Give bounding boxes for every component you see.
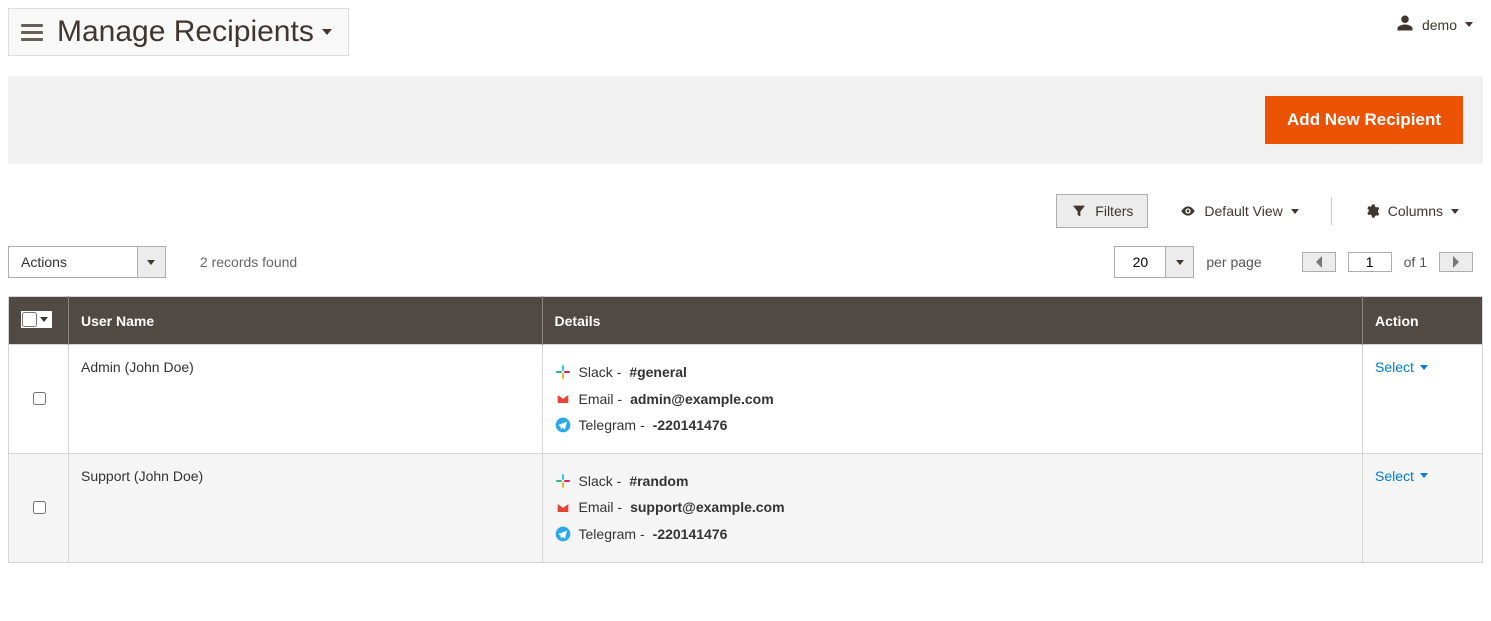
page-title-dropdown[interactable]: Manage Recipients — [8, 8, 349, 56]
table-row: Admin (John Doe)Slack - #generalEmail - … — [9, 345, 1483, 454]
user-menu[interactable]: demo — [1396, 8, 1473, 35]
filters-button[interactable]: Filters — [1056, 194, 1148, 228]
detail-line: Email - admin@example.com — [555, 386, 1350, 413]
default-view-button[interactable]: Default View — [1166, 195, 1312, 227]
detail-value: -220141476 — [653, 521, 728, 548]
cell-details: Slack - #randomEmail - support@example.c… — [542, 453, 1362, 562]
user-label: demo — [1422, 17, 1457, 33]
row-action-select[interactable]: Select — [1375, 468, 1428, 484]
page-of-label: of 1 — [1404, 254, 1427, 270]
detail-service: Slack - — [579, 359, 622, 386]
chevron-down-icon — [138, 246, 166, 278]
select-all-input[interactable] — [22, 312, 37, 327]
select-label: Select — [1375, 468, 1414, 484]
slack-icon — [555, 364, 571, 380]
telegram-icon — [555, 526, 571, 542]
gear-icon — [1364, 203, 1380, 219]
chevron-down-icon — [1465, 22, 1473, 27]
page-title: Manage Recipients — [57, 15, 314, 49]
column-header-action: Action — [1363, 297, 1483, 345]
detail-line: Telegram - -220141476 — [555, 521, 1350, 548]
column-header-user-name[interactable]: User Name — [69, 297, 543, 345]
per-page-label: per page — [1206, 254, 1261, 270]
detail-line: Slack - #random — [555, 468, 1350, 495]
chevron-down-icon — [37, 312, 51, 327]
columns-button[interactable]: Columns — [1350, 195, 1473, 227]
telegram-icon — [555, 417, 571, 433]
detail-line: Telegram - -220141476 — [555, 412, 1350, 439]
select-label: Select — [1375, 359, 1414, 375]
prev-page-button[interactable] — [1302, 252, 1336, 272]
view-label: Default View — [1204, 203, 1282, 219]
next-page-button[interactable] — [1439, 252, 1473, 272]
email-icon — [555, 391, 571, 407]
per-page-dropdown[interactable] — [1166, 246, 1194, 278]
chevron-right-icon — [1451, 255, 1461, 269]
detail-value: #general — [629, 359, 687, 386]
recipients-table: User Name Details Action Admin (John Doe… — [8, 296, 1483, 563]
chevron-left-icon — [1314, 255, 1324, 269]
detail-service: Slack - — [579, 468, 622, 495]
chevron-down-icon — [1420, 473, 1428, 478]
detail-value: -220141476 — [653, 412, 728, 439]
column-header-details[interactable]: Details — [542, 297, 1362, 345]
columns-label: Columns — [1388, 203, 1443, 219]
separator — [1331, 197, 1332, 225]
filter-icon — [1071, 203, 1087, 219]
chevron-down-icon — [1451, 209, 1459, 214]
email-icon — [555, 500, 571, 516]
detail-service: Email - — [579, 386, 623, 413]
add-new-recipient-button[interactable]: Add New Recipient — [1265, 96, 1463, 144]
records-found: 2 records found — [200, 254, 297, 270]
slack-icon — [555, 473, 571, 489]
menu-icon — [19, 20, 45, 45]
row-checkbox[interactable] — [33, 501, 46, 514]
table-row: Support (John Doe)Slack - #randomEmail -… — [9, 453, 1483, 562]
cell-user-name: Support (John Doe) — [69, 453, 543, 562]
actions-dropdown[interactable]: Actions — [8, 246, 166, 278]
chevron-down-icon — [322, 29, 332, 35]
cell-user-name: Admin (John Doe) — [69, 345, 543, 454]
user-icon — [1396, 14, 1414, 35]
detail-value: admin@example.com — [630, 386, 774, 413]
row-checkbox[interactable] — [33, 392, 46, 405]
cell-details: Slack - #generalEmail - admin@example.co… — [542, 345, 1362, 454]
detail-service: Telegram - — [579, 412, 645, 439]
detail-line: Slack - #general — [555, 359, 1350, 386]
eye-icon — [1180, 203, 1196, 219]
filters-label: Filters — [1095, 203, 1133, 219]
detail-line: Email - support@example.com — [555, 494, 1350, 521]
detail-value: support@example.com — [630, 494, 784, 521]
action-bar: Add New Recipient — [8, 76, 1483, 164]
select-all-checkbox[interactable] — [21, 311, 52, 328]
detail-service: Email - — [579, 494, 623, 521]
chevron-down-icon — [1291, 209, 1299, 214]
detail-service: Telegram - — [579, 521, 645, 548]
actions-label: Actions — [8, 246, 138, 278]
per-page-input[interactable] — [1114, 246, 1166, 278]
chevron-down-icon — [1420, 365, 1428, 370]
row-action-select[interactable]: Select — [1375, 359, 1428, 375]
page-input[interactable] — [1348, 252, 1392, 272]
detail-value: #random — [629, 468, 688, 495]
